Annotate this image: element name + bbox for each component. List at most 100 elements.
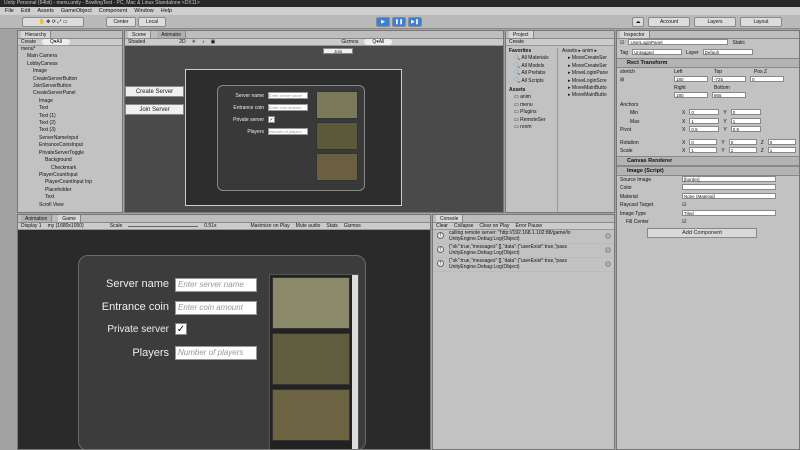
hierarchy-item[interactable]: CreateServerButton <box>18 76 122 83</box>
min-x-field[interactable]: 0 <box>689 109 720 115</box>
left-field[interactable]: 180 <box>674 75 708 82</box>
console-entry[interactable]: ! calling remote server: "http://192.168.… <box>433 230 614 244</box>
menu-item-window[interactable]: Window <box>134 7 154 15</box>
hierarchy-item[interactable]: menu* <box>18 46 122 53</box>
shading-dropdown[interactable]: Shaded <box>128 39 145 45</box>
color-swatch[interactable] <box>682 184 776 190</box>
game-entrance-coin-input[interactable]: Enter coin amount <box>175 301 257 315</box>
layer-dropdown[interactable]: Default <box>702 49 753 55</box>
pivot-local-button[interactable]: Local <box>138 17 166 27</box>
layers-dropdown[interactable]: Layers <box>694 17 736 27</box>
scene-map-thumb-2[interactable] <box>316 122 358 150</box>
hierarchy-search[interactable]: Q▾All <box>42 39 70 45</box>
asset-folder[interactable]: ▭ menu <box>506 102 557 109</box>
scale-x-field[interactable]: 1 <box>689 147 718 153</box>
hierarchy-tab[interactable]: Hierarchy <box>21 31 52 38</box>
animation-file[interactable]: ▸ MoveCreateSer <box>560 63 614 70</box>
animation-file[interactable]: ▸ MoveLoginPane <box>560 70 614 77</box>
rot-y-field[interactable]: 0 <box>728 138 757 145</box>
menu-item-gameobject[interactable]: GameObject <box>61 7 92 15</box>
scale-y-field[interactable]: 1 <box>728 147 757 153</box>
fill-center-checkbox[interactable]: ☑ <box>682 218 686 227</box>
menu-item-file[interactable]: File <box>5 7 14 15</box>
menu-item-component[interactable]: Component <box>99 7 127 15</box>
asset-folder[interactable]: ▭ anim <box>506 94 557 101</box>
map-scroll-view[interactable] <box>269 274 359 449</box>
console-clear-on-play-button[interactable]: Clear on Play <box>479 223 509 229</box>
light-icon[interactable]: ☀ <box>192 39 196 45</box>
scale-slider[interactable] <box>128 223 199 227</box>
hierarchy-item[interactable]: Image <box>18 68 122 75</box>
console-collapse-button[interactable]: Collapse <box>454 223 473 229</box>
pivot-x-field[interactable]: 0.5 <box>689 126 720 132</box>
maximize-toggle[interactable]: Maximize on Play <box>250 223 289 229</box>
image-script-header[interactable]: Image (Script) <box>617 165 799 176</box>
hierarchy-item[interactable]: PrivateServerToggle <box>18 150 122 157</box>
scene-search[interactable]: Q▾All <box>364 39 393 45</box>
hierarchy-item[interactable]: Text (1) <box>18 113 122 120</box>
hierarchy-create-button[interactable]: Create <box>21 39 36 45</box>
top-field[interactable]: -725 <box>712 75 746 82</box>
scene-server-name-input[interactable]: Enter server name <box>268 92 308 99</box>
raycast-checkbox[interactable]: ☑ <box>682 201 686 210</box>
project-tab[interactable]: Project <box>509 31 534 38</box>
animator-tab[interactable]: Animator <box>157 31 187 38</box>
tag-dropdown[interactable]: Untagged <box>632 49 683 55</box>
rect-transform-header[interactable]: Rect Transform <box>617 57 799 68</box>
game-private-server-checkbox[interactable]: ✓ <box>175 323 187 335</box>
hierarchy-item[interactable]: EntranceCoinsInput <box>18 142 122 149</box>
hierarchy-item[interactable]: PlayerCountInput Inp <box>18 179 122 186</box>
cloud-icon[interactable]: ☁ <box>632 17 644 27</box>
max-x-field[interactable]: 1 <box>689 117 720 124</box>
mode-2d-toggle[interactable]: 2D <box>179 39 185 45</box>
game-server-name-input[interactable]: Enter server name <box>175 278 257 292</box>
transform-tools[interactable]: ✋ ✥ ⟳ ⤢ ▭ <box>22 17 84 27</box>
static-checkbox[interactable]: Static <box>732 39 745 49</box>
object-enabled-checkbox[interactable]: ☑ <box>620 39 624 49</box>
scene-entrance-coin-input[interactable]: Enter coin amount <box>268 104 308 111</box>
gizmos-dropdown[interactable]: Gizmos <box>341 39 358 45</box>
animation-file[interactable]: ▸ MoveMainButto <box>560 85 614 92</box>
hierarchy-item[interactable]: Image <box>18 98 122 105</box>
console-clear-button[interactable]: Clear <box>436 223 448 229</box>
pause-icon[interactable]: ❚❚ <box>392 17 406 27</box>
hierarchy-item[interactable]: Main Camera <box>18 53 122 60</box>
resolution-dropdown[interactable]: my (1680x1050) <box>48 223 84 229</box>
source-image-field[interactable]: [border] <box>682 175 776 182</box>
map-scrollbar[interactable] <box>352 275 358 449</box>
console-entry[interactable]: ! {"ok":true,"messages":[],"data":{"userE… <box>433 258 614 272</box>
console-entry[interactable]: ! {"ok":true,"messages":[],"data":{"userE… <box>433 244 614 258</box>
hierarchy-item[interactable]: CreateServerPanel <box>18 90 122 97</box>
min-y-field[interactable]: 0 <box>730 109 761 115</box>
asset-folder[interactable]: ▭ room <box>506 124 557 131</box>
play-icon[interactable]: ▶ <box>376 17 390 27</box>
favorite-item[interactable]: 🔍 All Materials <box>506 55 557 62</box>
hierarchy-item[interactable]: ServerNameInput <box>18 135 122 142</box>
hierarchy-item[interactable]: Text (3) <box>18 127 122 134</box>
favorite-item[interactable]: 🔍 All Prefabs <box>506 70 557 77</box>
material-field[interactable]: None (Material) <box>682 192 776 199</box>
right-field[interactable]: 180 <box>674 92 708 98</box>
mute-toggle[interactable]: Mute audio <box>296 223 321 229</box>
favorite-item[interactable]: 🔍 All Scripts <box>506 78 557 85</box>
hierarchy-item[interactable]: Text (2) <box>18 120 122 127</box>
image-type-dropdown[interactable]: Tiled <box>682 209 776 216</box>
project-breadcrumb[interactable]: Assets ▸ anim ▸ <box>560 48 614 55</box>
asset-folder[interactable]: ▭ Plugins <box>506 109 557 116</box>
max-y-field[interactable]: 1 <box>730 117 761 124</box>
hierarchy-item[interactable]: Placeholder <box>18 187 122 194</box>
animation-file[interactable]: ▸ MoveCreateSer <box>560 55 614 62</box>
game-map-thumb-1[interactable] <box>272 277 350 329</box>
join-top-button[interactable]: Join <box>323 48 353 54</box>
layout-dropdown[interactable]: Layout <box>740 17 782 27</box>
bottom-field[interactable]: 865 <box>712 92 746 98</box>
animation-tab[interactable]: Animation <box>21 215 53 222</box>
game-gizmos-dropdown[interactable]: Gizmos <box>344 223 361 229</box>
hierarchy-item[interactable]: Text <box>18 105 122 112</box>
display-dropdown[interactable]: Display 1 <box>21 223 42 229</box>
inspector-tab[interactable]: Inspector <box>620 31 650 38</box>
scene-players-input[interactable]: Number of players <box>268 128 308 135</box>
pivot-y-field[interactable]: 0.5 <box>730 126 761 132</box>
hierarchy-item[interactable]: Text <box>18 194 122 201</box>
audio-icon[interactable]: ♪ <box>202 39 205 45</box>
